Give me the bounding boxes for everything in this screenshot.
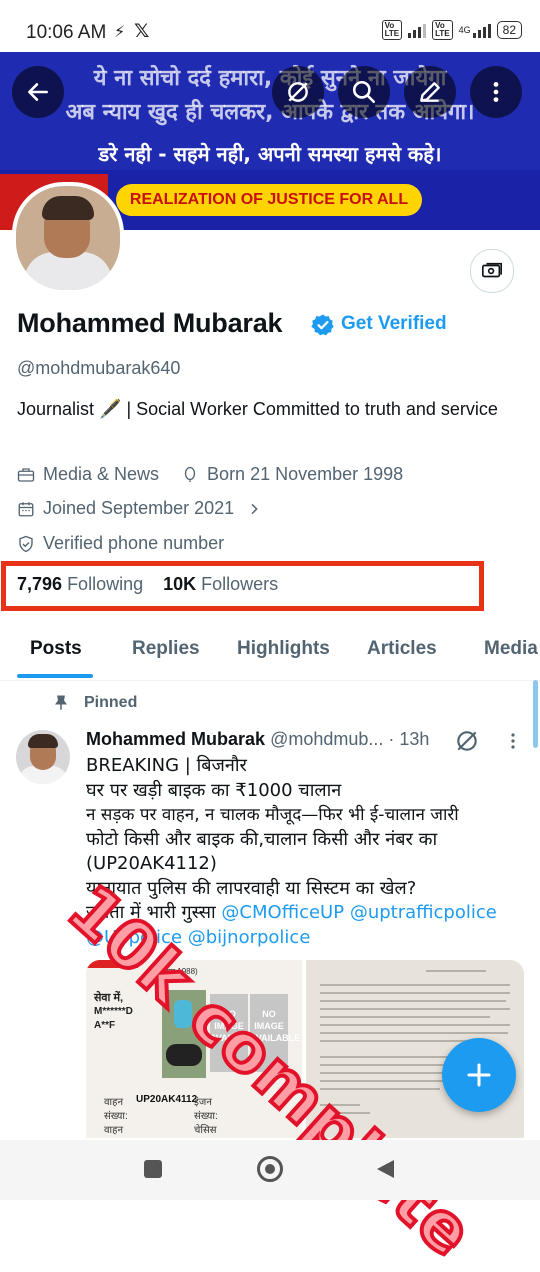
tweet-avatar-hair [28,734,58,748]
doc-to-name-2: A**F [94,1020,116,1031]
doc-number-label: संख्या: [104,1111,128,1122]
recents-button[interactable] [144,1160,162,1178]
doc-vehicle-label: वाहन [104,1097,124,1108]
doc-line [320,1016,490,1018]
doc-to-name-1: M******D [94,1006,133,1017]
tweet-avatar[interactable] [16,730,70,784]
tab-media[interactable]: Media [484,638,538,660]
profile-tabs: Posts Replies Highlights Articles Media [0,624,540,681]
status-time: 10:06 AM [26,22,107,43]
balloon-icon [184,466,196,482]
tab-highlights[interactable]: Highlights [237,638,330,660]
doc-line [320,1040,470,1042]
pinned-label-row: Pinned [52,694,137,712]
calendar-icon [18,501,34,516]
doc-chassis-label: चेसिस [194,1125,217,1136]
profile-avatar[interactable] [12,182,124,294]
charging-icon: ⚡ [114,24,126,41]
tweet-mentions-1[interactable]: @CMOfficeUP @uptrafficpolice [221,902,496,923]
status-icons: Vo LTE Vo LTE 4G 82 [381,20,522,40]
tab-articles[interactable]: Articles [367,638,437,660]
doc-line [320,1024,510,1026]
profile-name: Mohammed Mubarak [17,308,283,338]
home-button[interactable] [257,1156,283,1182]
tweet-line: न सड़क पर वाहन, न चालक मौजूद—फिर भी ई-चा… [86,805,459,825]
profile-joined: Joined September 2021 [43,498,235,518]
tweet-line: फोटो किसी और बाइक की,चालान किसी और नंबर … [86,828,438,850]
back-arrow-icon [28,83,48,101]
profile-meta-row-1: Media & News Born 21 November 1998 [17,464,403,485]
media-mode-button[interactable] [470,249,514,293]
active-tab-indicator [17,674,93,678]
profile-category: Media & News [43,464,160,484]
tweet-line: घर पर खड़ी बाइक का ₹1000 चालान [86,779,342,801]
signal-icon [408,22,427,38]
doc-line [320,992,510,994]
tweet-more-icon[interactable] [506,732,520,755]
plus-icon [467,1063,491,1087]
tweet-line: (UP20AK4112) [86,853,217,874]
banner-line-3: डरे नही - सहमे नही, अपनी समस्या हमसे कहे… [98,142,442,166]
scrollbar[interactable] [533,680,538,748]
highlight-box [1,561,484,611]
triangle-back-icon [377,1160,394,1178]
pencil-icon [420,82,440,102]
profile-handle: @mohdmubarak640 [17,358,181,378]
banner-line-2: अब न्याय खुद ही चलकर, आपके द्वार तक आयेग… [65,100,475,125]
edit-button[interactable] [404,66,456,118]
doc-vehicle-label-2: वाहन [104,1125,124,1136]
profile-birthday: Born 21 November 1998 [207,464,404,484]
doc-line [320,1000,506,1002]
verified-badge-icon[interactable] [311,313,335,342]
tab-posts[interactable]: Posts [30,638,82,660]
status-bar: 10:06 AM ⚡ 𝕏 Vo LTE Vo LTE 4G 82 [0,0,540,52]
signal-icon-2 [472,22,491,38]
volte-icon-2: Vo LTE [432,20,453,40]
volte-icon: Vo LTE [381,20,403,40]
chevron-right-icon [251,503,258,514]
search-button[interactable] [338,66,390,118]
pinned-label: Pinned [84,694,138,711]
tweet-handle-time: @mohdmub... · 13h [270,729,430,749]
back-button[interactable] [12,66,64,118]
banner-line-1: ये ना सोचो दर्द हमारा, कोई सुनने ना जाये… [93,66,447,91]
tab-replies[interactable]: Replies [132,638,200,660]
doc-to: सेवा में, [94,992,124,1004]
tweet-line: BREAKING | बिजनौर [86,755,247,776]
grok-icon [288,82,308,102]
verified-phone-text: Verified phone number [43,533,225,553]
banner-tagline: REALIZATION OF JUSTICE FOR ALL [116,184,422,216]
x-app-icon: 𝕏 [134,21,150,42]
doc-line [320,984,510,986]
profile-bio: Journalist 🖋️ | Social Worker Committed … [17,399,498,419]
avatar-hair [42,196,94,220]
back-nav-button[interactable] [374,1158,396,1185]
compose-button[interactable] [442,1038,516,1112]
search-icon [352,80,376,104]
doc-number-label-2: संख्या: [194,1111,218,1122]
network-type: 4G [458,25,471,35]
doc-vehicle-number: UP20AK4112 [136,1094,198,1105]
briefcase-icon [17,467,35,482]
tweet-line: यातायात पुलिस की लापरवाही या सिस्टम का ख… [86,877,417,899]
tweet-author[interactable]: Mohammed Mubarak [86,729,265,749]
more-vertical-icon [493,82,499,102]
doc-line [320,1032,508,1034]
more-options-button[interactable] [470,66,522,118]
money-icon [482,262,502,278]
pin-icon [55,695,67,710]
verified-phone-row: Verified phone number [17,533,224,554]
shield-check-icon [19,535,33,552]
doc-line [426,970,486,972]
get-verified-link[interactable]: Get Verified [341,313,447,335]
battery-icon: 82 [496,21,522,39]
home-dot-icon [265,1164,275,1174]
avatar-shirt [24,252,112,290]
joined-date-row[interactable]: Joined September 2021 [17,498,262,519]
doc-engine-label: इंजन [194,1097,212,1108]
tweet-header: Mohammed Mubarak @mohdmub... · 13h [86,729,429,750]
grok-button[interactable] [272,66,324,118]
doc-line [320,1008,510,1010]
